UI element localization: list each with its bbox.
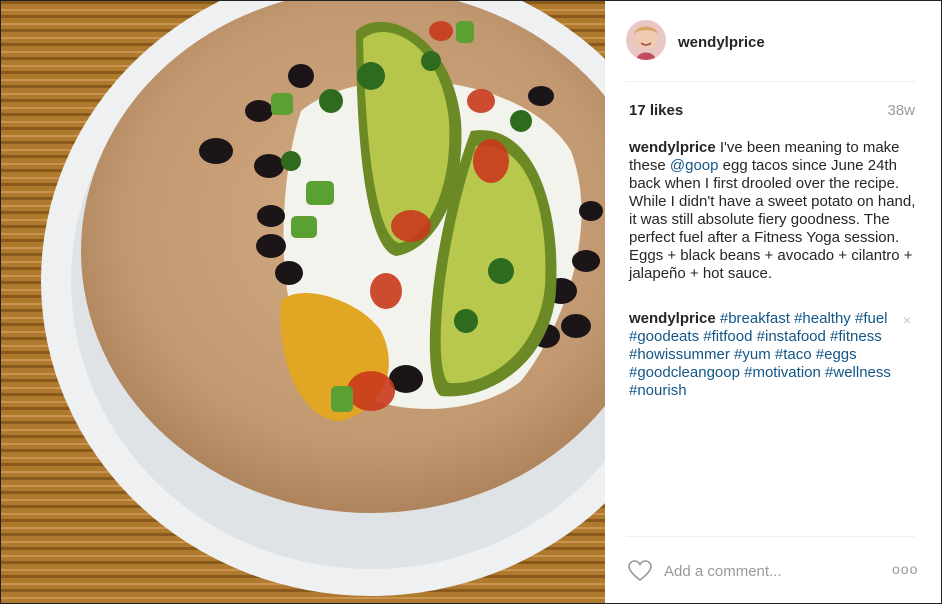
hashtag-link[interactable]: #taco bbox=[775, 346, 812, 363]
hashtag-link[interactable]: #goodcleangoop bbox=[629, 364, 740, 381]
hashtag-comment: wendylprice #breakfast #healthy #fuel #g… bbox=[629, 310, 909, 400]
post-side-panel: wendylprice 17 likes 38w wendylprice I'v… bbox=[606, 1, 941, 603]
hashtag-link[interactable]: #yum bbox=[734, 346, 771, 363]
header-divider bbox=[626, 81, 915, 82]
comment-username[interactable]: wendylprice bbox=[629, 310, 716, 327]
post-caption: wendylprice I've been meaning to make th… bbox=[629, 139, 918, 283]
caption-username[interactable]: wendylprice bbox=[629, 139, 716, 156]
instagram-post-modal: wendylprice 17 likes 38w wendylprice I'v… bbox=[0, 0, 942, 604]
post-footer: Add a comment... ooo bbox=[606, 539, 941, 603]
username-link[interactable]: wendylprice bbox=[678, 34, 765, 51]
avatar-image bbox=[626, 20, 666, 60]
heart-icon[interactable] bbox=[628, 560, 652, 582]
hashtag-link[interactable]: #eggs bbox=[816, 346, 857, 363]
caption-text-part2: egg tacos since June 24th back when I fi… bbox=[629, 157, 916, 282]
hashtag-link[interactable]: #wellness bbox=[825, 364, 891, 381]
mention-link[interactable]: @goop bbox=[670, 157, 719, 174]
footer-divider bbox=[626, 536, 915, 537]
add-comment-input[interactable]: Add a comment... bbox=[664, 563, 782, 580]
hashtag-link[interactable]: #instafood bbox=[757, 328, 826, 345]
hashtag-link[interactable]: #healthy bbox=[794, 310, 851, 327]
taco-image bbox=[1, 1, 605, 603]
hashtag-link[interactable]: #fitness bbox=[830, 328, 882, 345]
post-photo[interactable] bbox=[1, 1, 605, 603]
hashtag-link[interactable]: #motivation bbox=[744, 364, 821, 381]
hashtag-link[interactable]: #howissummer bbox=[629, 346, 730, 363]
post-age[interactable]: 38w bbox=[887, 102, 915, 119]
delete-comment-button[interactable]: × bbox=[903, 312, 911, 328]
more-options-icon[interactable]: ooo bbox=[892, 561, 918, 577]
avatar[interactable] bbox=[626, 20, 666, 60]
hashtag-link[interactable]: #breakfast bbox=[720, 310, 790, 327]
hashtag-link[interactable]: #fuel bbox=[855, 310, 888, 327]
post-header: wendylprice bbox=[606, 1, 941, 81]
likes-count[interactable]: 17 likes bbox=[629, 102, 683, 119]
hashtag-link[interactable]: #goodeats bbox=[629, 328, 699, 345]
hashtag-link[interactable]: #fitfood bbox=[703, 328, 752, 345]
hashtag-link[interactable]: #nourish bbox=[629, 382, 687, 399]
